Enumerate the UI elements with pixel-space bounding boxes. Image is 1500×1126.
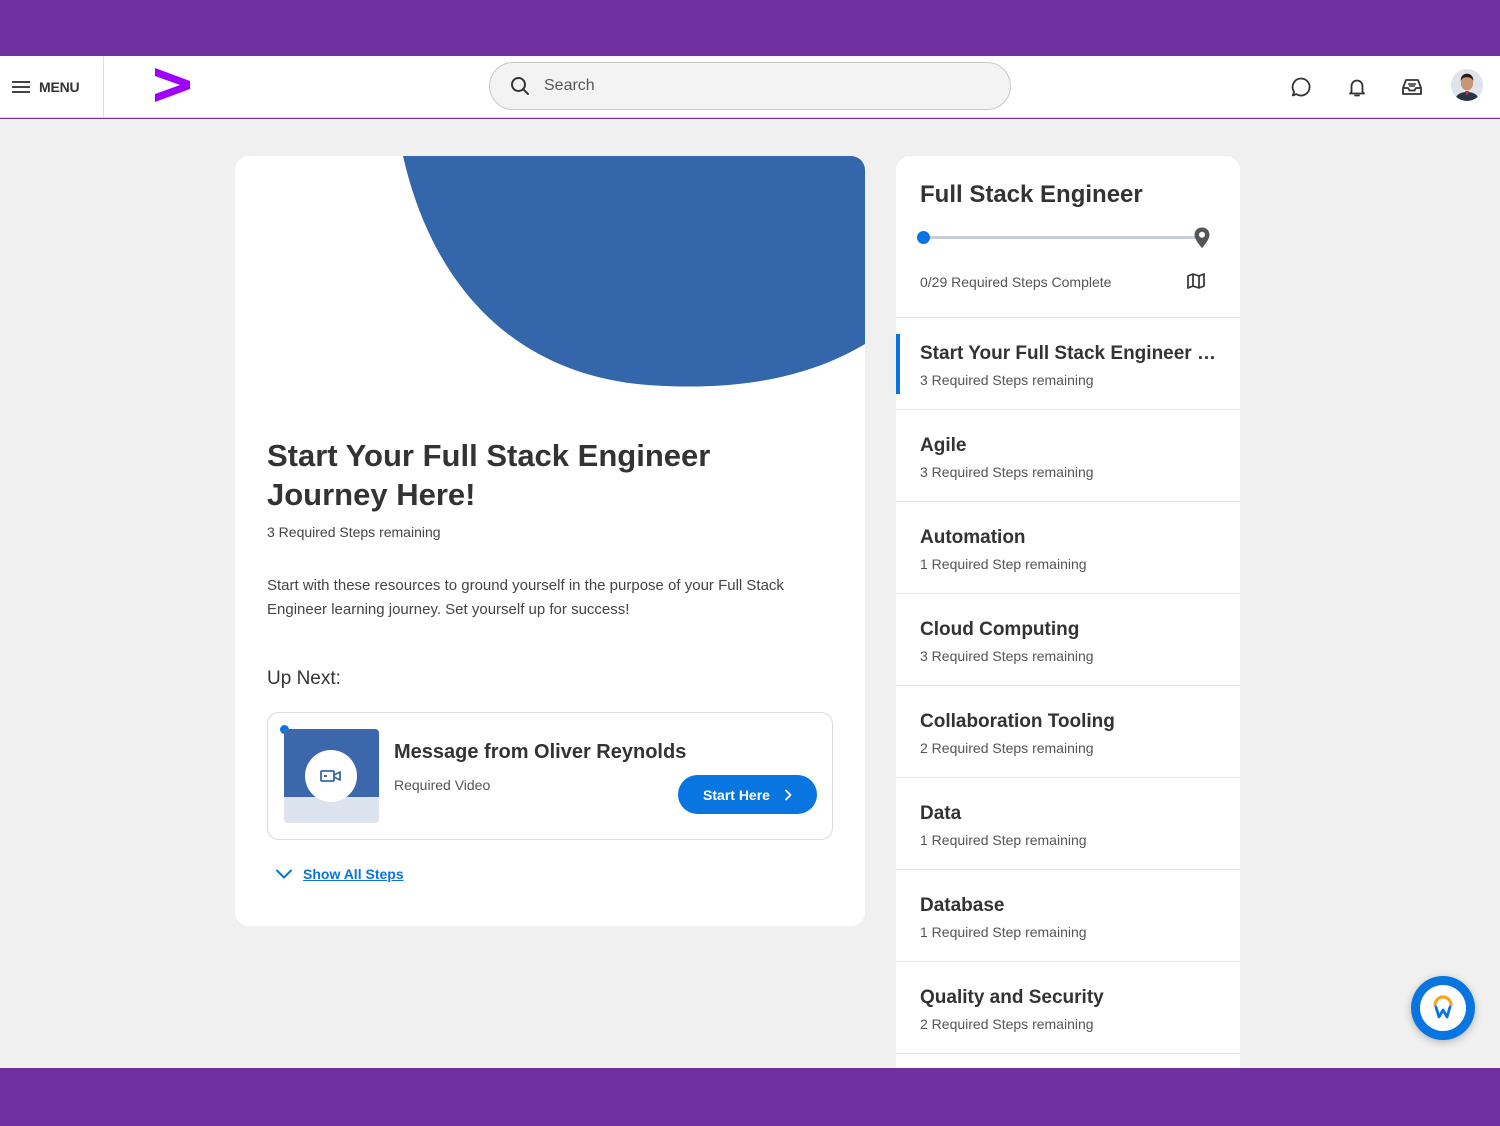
sidebar-item-agile[interactable]: Agile 3 Required Steps remaining	[896, 410, 1240, 502]
sidebar-header: Full Stack Engineer 0/29 Required Steps …	[896, 156, 1240, 318]
section-remaining: 1 Required Step remaining	[920, 832, 1087, 848]
section-remaining: 1 Required Step remaining	[920, 556, 1087, 572]
section-name: Agile	[920, 435, 967, 456]
progress-bar	[924, 236, 1202, 239]
section-name: Automation	[920, 527, 1026, 548]
show-all-steps-label: Show All Steps	[303, 866, 404, 882]
hero-illustration	[403, 156, 865, 387]
search-input[interactable]	[544, 77, 964, 95]
sidebar-item-database[interactable]: Database 1 Required Step remaining	[896, 870, 1240, 962]
section-name: Quality and Security	[920, 987, 1104, 1008]
section-name: Cloud Computing	[920, 619, 1080, 640]
sidebar-item-start-journey[interactable]: Start Your Full Stack Engineer Jou... 3 …	[896, 318, 1240, 410]
show-all-steps-link[interactable]: Show All Steps	[275, 866, 404, 882]
next-item-title[interactable]: Message from Oliver Reynolds	[394, 741, 686, 764]
sidebar-progress-text: 0/29 Required Steps Complete	[920, 274, 1112, 290]
section-name: Database	[920, 895, 1005, 916]
start-here-label: Start Here	[703, 786, 770, 803]
help-assistant-button[interactable]	[1411, 976, 1475, 1040]
map-icon[interactable]	[1186, 273, 1206, 289]
menu-label: MENU	[39, 79, 80, 95]
sidebar-item-quality-and-security[interactable]: Quality and Security 2 Required Steps re…	[896, 962, 1240, 1054]
section-remaining: 3 Required Steps remaining	[920, 648, 1094, 664]
chat-icon[interactable]	[1288, 74, 1314, 100]
chevron-down-icon	[276, 869, 292, 879]
section-name: Start Your Full Stack Engineer Jou...	[920, 343, 1220, 364]
sidebar-item-data[interactable]: Data 1 Required Step remaining	[896, 778, 1240, 870]
top-header: MENU	[0, 56, 1500, 118]
section-remaining: 3 Required Steps remaining	[920, 372, 1094, 388]
journey-sidebar: Full Stack Engineer 0/29 Required Steps …	[896, 156, 1240, 1068]
start-here-button[interactable]: Start Here	[678, 775, 817, 814]
up-next-heading: Up Next:	[267, 668, 341, 689]
video-thumbnail[interactable]	[284, 729, 379, 823]
journey-steps-remaining: 3 Required Steps remaining	[267, 524, 441, 540]
hamburger-icon	[12, 81, 30, 93]
sidebar-item-automation[interactable]: Automation 1 Required Step remaining	[896, 502, 1240, 594]
section-name: Data	[920, 803, 962, 824]
section-remaining: 3 Required Steps remaining	[920, 464, 1094, 480]
section-remaining: 2 Required Steps remaining	[920, 740, 1094, 756]
section-remaining: 2 Required Steps remaining	[920, 1016, 1094, 1032]
search-bar[interactable]	[489, 62, 1011, 110]
workday-assistant-icon	[1433, 995, 1453, 1019]
journey-card: Start Your Full Stack Engineer Journey H…	[235, 156, 865, 926]
section-name: Collaboration Tooling	[920, 711, 1115, 732]
next-item-type: Required Video	[394, 777, 491, 793]
section-remaining: 1 Required Step remaining	[920, 924, 1087, 940]
sidebar-title: Full Stack Engineer	[920, 181, 1143, 208]
inbox-icon[interactable]	[1399, 74, 1425, 100]
sidebar-item-collaboration-tooling[interactable]: Collaboration Tooling 2 Required Steps r…	[896, 686, 1240, 778]
progress-marker	[917, 231, 930, 244]
accenture-logo[interactable]	[152, 66, 192, 111]
avatar[interactable]	[1451, 69, 1483, 101]
search-icon	[511, 77, 529, 95]
content-area: Start Your Full Stack Engineer Journey H…	[0, 119, 1500, 1068]
journey-description: Start with these resources to ground you…	[267, 577, 784, 618]
bell-icon[interactable]	[1344, 74, 1370, 100]
chevron-right-icon	[784, 789, 792, 801]
location-pin-icon	[1194, 227, 1210, 248]
menu-button[interactable]: MENU	[0, 56, 104, 118]
page-title: Start Your Full Stack Engineer Journey H…	[267, 438, 711, 512]
top-frame-band	[0, 0, 1500, 56]
bottom-frame-band	[0, 1068, 1500, 1126]
video-icon	[320, 770, 341, 782]
up-next-card[interactable]: Message from Oliver Reynolds Required Vi…	[267, 712, 833, 840]
sidebar-item-cloud-computing[interactable]: Cloud Computing 3 Required Steps remaini…	[896, 594, 1240, 686]
